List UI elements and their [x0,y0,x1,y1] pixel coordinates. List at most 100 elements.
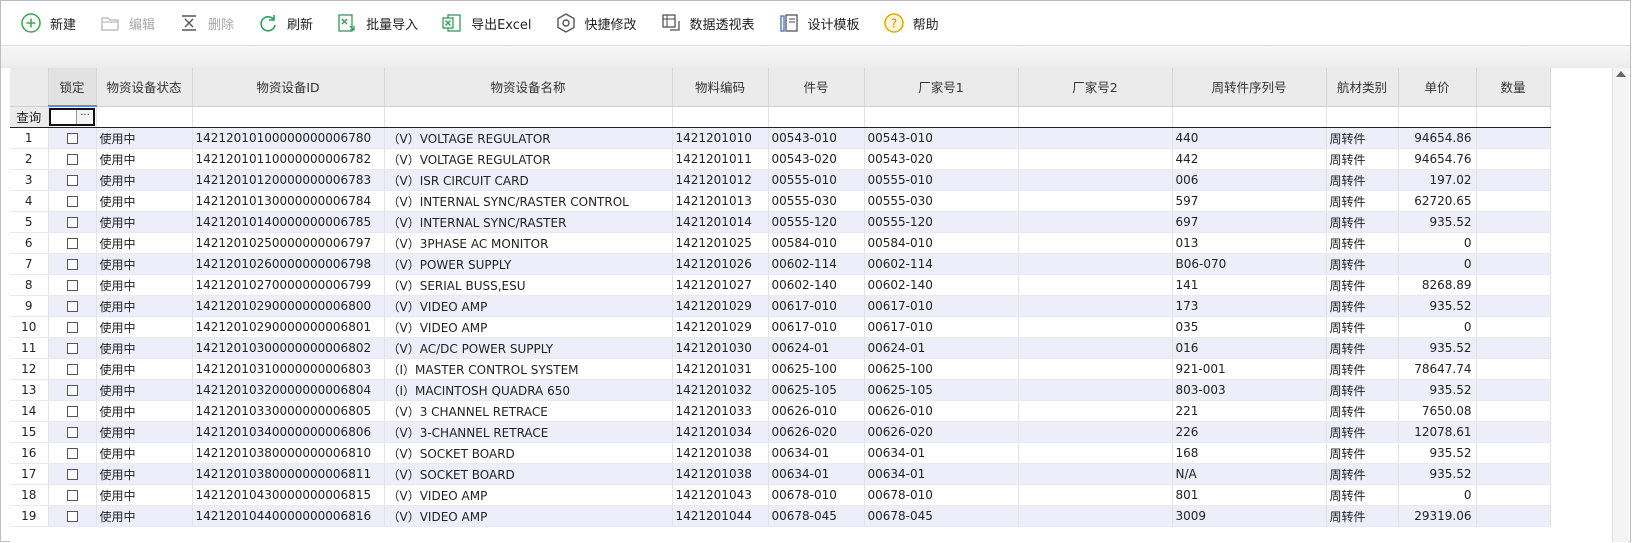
id-cell[interactable]: 14212010300000000006802 [192,337,385,359]
lock-checkbox[interactable] [66,343,78,354]
manufacturer-1-cell[interactable]: 00626-010 [864,400,1019,422]
category-cell[interactable]: 周转件 [1326,484,1399,506]
serial-cell[interactable]: 006 [1172,169,1327,191]
table-row[interactable]: 4 使用中 14212010130000000006784 （V）INTERNAL S… [10,190,1551,212]
category-cell[interactable]: 周转件 [1326,169,1399,191]
manufacturer-1-cell[interactable]: 00634-01 [864,442,1019,464]
lock-checkbox[interactable] [66,322,78,333]
vertical-scrollbar[interactable] [1612,68,1629,542]
material-code-cell[interactable]: 1421201012 [672,169,769,191]
category-cell[interactable]: 周转件 [1326,442,1399,464]
manufacturer-1-cell[interactable]: 00555-010 [864,169,1019,191]
filter-cell-price[interactable] [1398,106,1477,128]
lock-checkbox-cell[interactable] [48,190,97,212]
part-number-cell[interactable]: 00624-01 [768,337,865,359]
lock-checkbox-cell[interactable] [48,274,97,296]
quantity-cell[interactable] [1476,505,1551,527]
serial-cell[interactable]: 440 [1172,127,1327,149]
material-code-cell[interactable]: 1421201030 [672,337,769,359]
status-cell[interactable]: 使用中 [96,358,193,380]
quantity-cell[interactable] [1476,211,1551,233]
manufacturer-1-cell[interactable]: 00602-140 [864,274,1019,296]
manufacturer-1-cell[interactable]: 00602-114 [864,253,1019,275]
manufacturer-2-cell[interactable] [1018,400,1173,422]
lock-checkbox[interactable] [66,511,78,522]
lock-checkbox[interactable] [66,427,78,438]
serial-cell[interactable]: 013 [1172,232,1327,254]
lock-checkbox-cell[interactable] [48,253,97,275]
material-code-cell[interactable]: 1421201033 [672,400,769,422]
serial-cell[interactable]: 697 [1172,211,1327,233]
lock-checkbox-cell[interactable] [48,169,97,191]
row-number-cell[interactable]: 3 [10,169,49,191]
status-cell[interactable]: 使用中 [96,400,193,422]
price-cell[interactable]: 0 [1398,253,1477,275]
table-row[interactable]: 15 使用中 14212010340000000006806 （V）3-CHANNEL… [10,421,1551,443]
manufacturer-2-cell[interactable] [1018,463,1173,485]
col-header-quantity[interactable]: 数量 [1476,68,1551,107]
row-number-cell[interactable]: 4 [10,190,49,212]
part-number-cell[interactable]: 00678-010 [768,484,865,506]
col-header-id[interactable]: 物资设备ID [192,68,385,107]
part-number-cell[interactable]: 00555-010 [768,169,865,191]
serial-cell[interactable]: 597 [1172,190,1327,212]
lock-checkbox-cell[interactable] [48,358,97,380]
name-cell[interactable]: （V）VOLTAGE REGULATOR [384,148,673,170]
quantity-cell[interactable] [1476,400,1551,422]
table-row[interactable]: 7 使用中 14212010260000000006798 （V）POWER SUPP… [10,253,1551,275]
quantity-cell[interactable] [1476,295,1551,317]
lock-checkbox[interactable] [66,259,78,270]
id-cell[interactable]: 14212010430000000006815 [192,484,385,506]
quantity-cell[interactable] [1476,127,1551,149]
part-number-cell[interactable]: 00543-010 [768,127,865,149]
row-number-cell[interactable]: 16 [10,442,49,464]
lock-checkbox[interactable] [66,364,78,375]
table-row[interactable]: 3 使用中 14212010120000000006783 （V）ISR CIRCUI… [10,169,1551,191]
category-cell[interactable]: 周转件 [1326,400,1399,422]
status-cell[interactable]: 使用中 [96,295,193,317]
col-header-status[interactable]: 物资设备状态 [96,68,193,107]
lock-checkbox[interactable] [66,196,78,207]
lock-checkbox-cell[interactable] [48,127,97,149]
id-cell[interactable]: 14212010320000000006804 [192,379,385,401]
category-cell[interactable]: 周转件 [1326,295,1399,317]
lock-checkbox[interactable] [66,238,78,249]
part-number-cell[interactable]: 00626-010 [768,400,865,422]
manufacturer-2-cell[interactable] [1018,316,1173,338]
quantity-cell[interactable] [1476,337,1551,359]
table-row[interactable]: 11 使用中 14212010300000000006802 （V）AC/DC POW… [10,337,1551,359]
part-number-cell[interactable]: 00634-01 [768,442,865,464]
ellipsis-icon[interactable]: ··· [76,110,93,124]
part-number-cell[interactable]: 00626-020 [768,421,865,443]
price-cell[interactable]: 0 [1398,316,1477,338]
category-cell[interactable]: 周转件 [1326,190,1399,212]
material-code-cell[interactable]: 1421201029 [672,316,769,338]
category-cell[interactable]: 周转件 [1326,232,1399,254]
lock-filter-input[interactable]: ··· [49,108,95,126]
filter-cell-serial[interactable] [1172,106,1327,128]
new-button[interactable]: 新建 [15,7,80,39]
row-number-cell[interactable]: 1 [10,127,49,149]
serial-cell[interactable]: 221 [1172,400,1327,422]
part-number-cell[interactable]: 00602-114 [768,253,865,275]
table-row[interactable]: 18 使用中 14212010430000000006815 （V）VIDEO AMP… [10,484,1551,506]
manufacturer-1-cell[interactable]: 00625-100 [864,358,1019,380]
status-cell[interactable]: 使用中 [96,190,193,212]
row-number-cell[interactable]: 2 [10,148,49,170]
data-grid[interactable]: 锁定 物资设备状态 物资设备ID 物资设备名称 物料编码 件号 厂家号1 厂家号… [10,68,1612,542]
part-number-cell[interactable]: 00634-01 [768,463,865,485]
filter-cell-id[interactable] [192,106,385,128]
col-header-material-code[interactable]: 物料编码 [672,68,769,107]
manufacturer-2-cell[interactable] [1018,505,1173,527]
design-template-button[interactable]: 设计模板 [773,7,864,39]
material-code-cell[interactable]: 1421201010 [672,127,769,149]
price-cell[interactable]: 8268.89 [1398,274,1477,296]
price-cell[interactable]: 29319.06 [1398,505,1477,527]
table-row[interactable]: 17 使用中 14212010380000000006811 （V）SOCKET BO… [10,463,1551,485]
quantity-cell[interactable] [1476,421,1551,443]
id-cell[interactable]: 14212010270000000006799 [192,274,385,296]
material-code-cell[interactable]: 1421201029 [672,295,769,317]
serial-cell[interactable]: 803-003 [1172,379,1327,401]
status-cell[interactable]: 使用中 [96,127,193,149]
part-number-cell[interactable]: 00602-140 [768,274,865,296]
